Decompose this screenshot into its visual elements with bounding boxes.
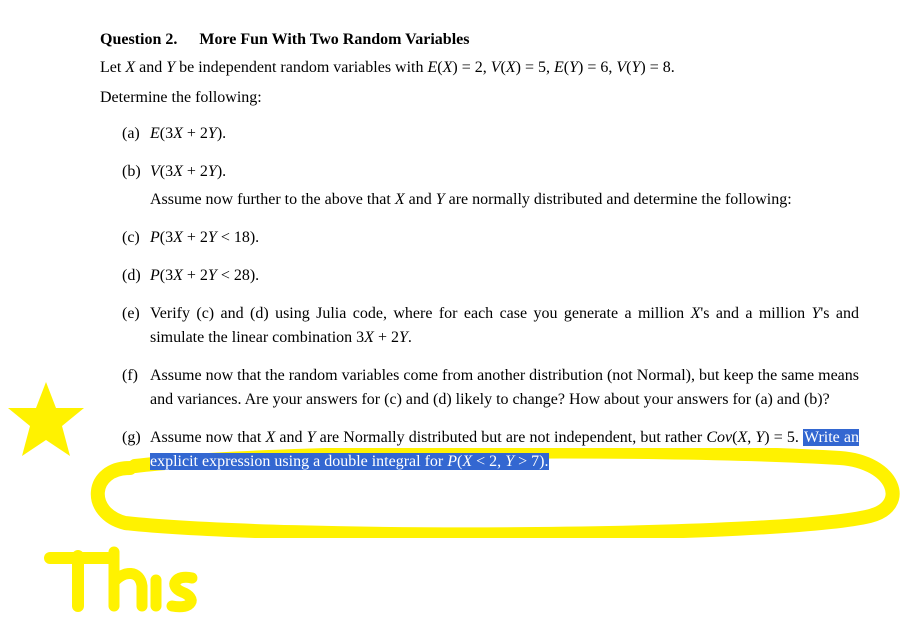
item-d: (d) P(3X + 2Y < 28). xyxy=(122,264,859,288)
item-a-body: E(3X + 2Y). xyxy=(150,122,859,146)
item-a-label: (a) xyxy=(122,122,150,146)
items-list: (a) E(3X + 2Y). (b) V(3X + 2Y). Assume n… xyxy=(100,122,859,474)
item-c-body: P(3X + 2Y < 18). xyxy=(150,226,859,250)
item-e-label: (e) xyxy=(122,302,150,350)
item-f-body: Assume now that the random variables com… xyxy=(150,364,859,412)
question-content: Question 2. More Fun With Two Random Var… xyxy=(0,0,909,474)
question-title: More Fun With Two Random Variables xyxy=(199,31,469,48)
item-e-body: Verify (c) and (d) using Julia code, whe… xyxy=(150,302,859,350)
item-e: (e) Verify (c) and (d) using Julia code,… xyxy=(122,302,859,350)
item-b: (b) V(3X + 2Y). Assume now further to th… xyxy=(122,160,859,212)
annotation-handwriting-this xyxy=(42,544,222,614)
question-header: Question 2. More Fun With Two Random Var… xyxy=(100,28,859,52)
item-d-label: (d) xyxy=(122,264,150,288)
item-g: (g) Assume now that X and Y are Normally… xyxy=(122,426,859,474)
item-b-label: (b) xyxy=(122,160,150,212)
item-b-body: V(3X + 2Y). Assume now further to the ab… xyxy=(150,160,859,212)
question-number: Question 2. xyxy=(100,31,177,48)
item-g-highlighted-text: Write an explicit expression using a dou… xyxy=(150,429,859,470)
item-d-body: P(3X + 2Y < 28). xyxy=(150,264,859,288)
item-c-label: (c) xyxy=(122,226,150,250)
question-intro-line1: Let X and Y be independent random variab… xyxy=(100,56,859,80)
item-a: (a) E(3X + 2Y). xyxy=(122,122,859,146)
question-intro-line2: Determine the following: xyxy=(100,86,859,110)
item-g-body: Assume now that X and Y are Normally dis… xyxy=(150,426,859,474)
item-b-note: Assume now further to the above that X a… xyxy=(150,188,859,212)
item-f-label: (f) xyxy=(122,364,150,412)
item-g-label: (g) xyxy=(122,426,150,474)
item-c: (c) P(3X + 2Y < 18). xyxy=(122,226,859,250)
item-f: (f) Assume now that the random variables… xyxy=(122,364,859,412)
